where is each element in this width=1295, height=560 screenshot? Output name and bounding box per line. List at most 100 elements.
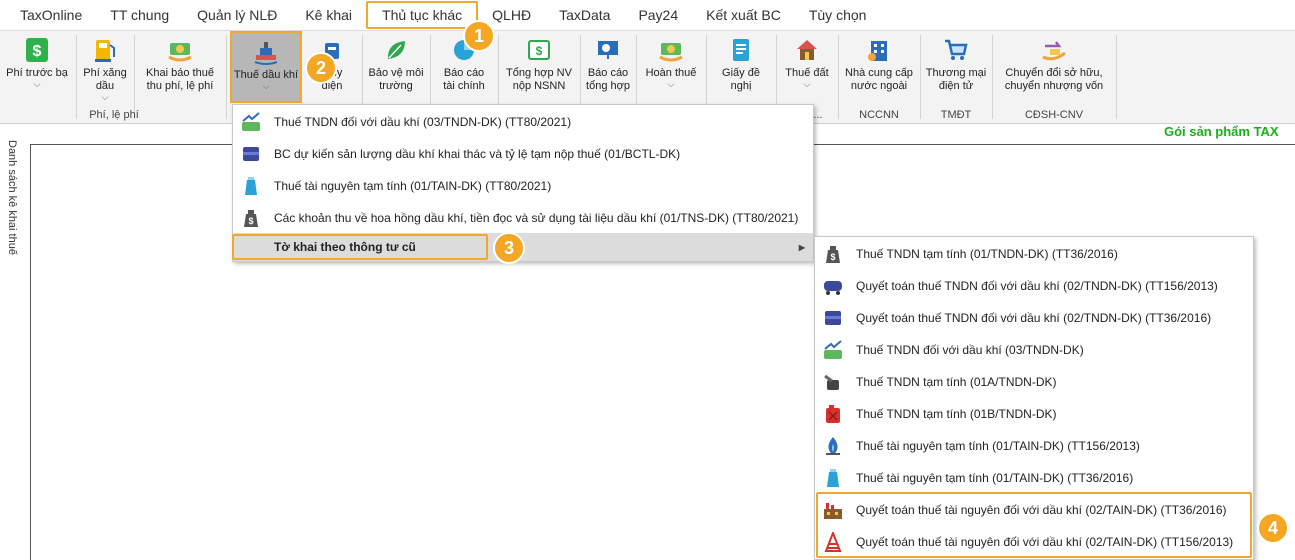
menu-item-03-tndn-dk[interactable]: Thuế TNDN đối với dầu khí (03/TNDN-DK) (… — [233, 106, 813, 138]
phi-xang-dau-label-2: dầu — [95, 80, 115, 92]
submenu-item-02-tndn-dk-tt36[interactable]: Quyết toán thuế TNDN đối với dầu khí (02… — [815, 302, 1253, 334]
highlight-box — [232, 234, 488, 260]
nha-cung-cap-label: Nhà cung cấp — [845, 67, 913, 79]
chevron-down-icon: ⌵ — [262, 81, 270, 91]
svg-text:$: $ — [33, 43, 42, 60]
dollar-icon: $ — [26, 38, 48, 62]
bao-cao-tai-chinh-label-2: tài chính — [443, 80, 485, 92]
house-icon — [797, 40, 817, 60]
menu-taxdata[interactable]: TaxData — [545, 1, 624, 29]
tong-hop-nv-button[interactable]: $ Tổng hợp NV nộp NSNN — [502, 35, 576, 101]
menu-item-01-tns-dk[interactable]: $ Các khoản thu về hoa hồng dầu khí, tiề… — [233, 202, 813, 234]
svg-text:$: $ — [248, 216, 253, 226]
chuyen-doi-label: Chuyển đổi sở hữu, — [1005, 67, 1103, 79]
product-label: Gói sản phẩm TAX — [1164, 124, 1279, 139]
menu-item-01-tain-dk[interactable]: Thuế tài nguyên tạm tính (01/TAIN-DK) (T… — [233, 170, 813, 202]
submenu-item-01-tndn-dk-tt36[interactable]: $ Thuế TNDN tạm tính (01/TNDN-DK) (TT36/… — [815, 238, 1253, 270]
submenu-item-label: Thuế tài nguyên tạm tính (01/TAIN-DK) (T… — [856, 439, 1140, 453]
divider — [838, 35, 839, 119]
submenu-item-03-tndn-dk[interactable]: Thuế TNDN đối với dầu khí (03/TNDN-DK) — [815, 334, 1253, 366]
thuong-mai-label-2: điện tử — [938, 80, 974, 92]
step-badge: 2 — [305, 52, 337, 84]
submenu-item-01-tain-dk-tt36[interactable]: Thuế tài nguyên tạm tính (01/TAIN-DK) (T… — [815, 462, 1253, 494]
money-hand-icon — [168, 43, 192, 62]
menu-bar: TaxOnline TT chung Quản lý NLĐ Kê khai T… — [0, 0, 1295, 30]
phi-xang-dau-label: Phí xăng — [83, 67, 127, 79]
thuong-mai-dien-tu-button[interactable]: Thương mại điện tử — [924, 35, 988, 101]
menu-thu-tuc-khac[interactable]: Thủ tục khác — [366, 1, 479, 29]
submenu-item-01b-tndn-dk[interactable]: Thuế TNDN tạm tính (01B/TNDN-DK) — [815, 398, 1253, 430]
submenu-item-label: Thuế TNDN đối với dầu khí (03/TNDN-DK) — [856, 343, 1084, 357]
group-label-nccnn: NCCNN — [859, 109, 899, 121]
menu-tuy-chon[interactable]: Tùy chọn — [795, 1, 881, 29]
khai-bao-thue-button[interactable]: Khai báo thuế thu phí, lệ phí — [138, 35, 222, 101]
menu-pay24[interactable]: Pay24 — [624, 1, 692, 29]
submenu-item-label: Quyết toán thuế TNDN đối với dầu khí (02… — [856, 311, 1212, 325]
submenu-item-01a-tndn-dk[interactable]: Thuế TNDN tạm tính (01A/TNDN-DK) — [815, 366, 1253, 398]
submenu-item-label: Thuế TNDN tạm tính (01A/TNDN-DK) — [856, 375, 1057, 389]
menu-item-label: Thuế tài nguyên tạm tính (01/TAIN-DK) (T… — [274, 179, 552, 193]
giay-de-nghi-label-2: nghị — [730, 80, 752, 92]
submenu-item-01-tain-dk-tt156[interactable]: Thuế tài nguyên tạm tính (01/TAIN-DK) (T… — [815, 430, 1253, 462]
menu-item-label: Các khoản thu về hoa hồng dầu khí, tiền … — [274, 211, 799, 225]
bao-cao-tong-hop-button[interactable]: Báo cáo tổng hợp — [584, 35, 632, 101]
group-label-tmdt: TMĐT — [940, 109, 972, 121]
factory-icon — [827, 469, 839, 487]
gas-flame-icon — [826, 437, 840, 455]
menu-item-label: BC dự kiến sản lượng dầu khí khai thác v… — [274, 147, 681, 161]
menu-item-01-bctl-dk[interactable]: BC dự kiến sản lượng dầu khí khai thác v… — [233, 138, 813, 170]
highlight-box — [816, 492, 1252, 558]
presentation-chart-icon — [598, 41, 618, 59]
menu-tt-chung[interactable]: TT chung — [96, 1, 183, 29]
chevron-down-icon: ⌵ — [33, 79, 41, 89]
khai-bao-thue-label-2: thu phí, lệ phí — [146, 80, 214, 92]
svg-text:$: $ — [536, 44, 543, 58]
money-return-icon — [659, 43, 683, 62]
chevron-down-icon: ⌵ — [101, 92, 109, 102]
chevron-down-icon: ⌵ — [803, 79, 811, 89]
ledger-icon: $ — [528, 40, 550, 60]
thue-dat-label: Thuế đất — [785, 67, 829, 79]
gas-pump-icon — [95, 40, 115, 62]
thue-dau-khi-button[interactable]: Thuế dầu khí ⌵ — [230, 31, 302, 103]
money-bag-icon: $ — [244, 210, 258, 227]
chuyen-doi-so-huu-button[interactable]: Chuyển đổi sở hữu, chuyển nhượng vốn — [996, 35, 1112, 101]
shopping-cart-icon — [945, 39, 968, 60]
phi-truoc-ba-button[interactable]: $ Phí trước bạ ⌵ — [4, 35, 70, 101]
submenu-item-02-tndn-dk-tt156[interactable]: Quyết toán thuế TNDN đối với dầu khí (02… — [815, 270, 1253, 302]
step-badge: 1 — [463, 20, 495, 52]
menu-quan-ly-nld[interactable]: Quản lý NLĐ — [183, 1, 291, 29]
step-badge: 4 — [1257, 512, 1289, 544]
bao-cao-tai-chinh-label: Báo cáo — [443, 67, 485, 79]
sidebar-label[interactable]: Danh sách kê khai thuế — [6, 140, 18, 255]
bao-ve-moi-truong-button[interactable]: Bảo vệ môi trường — [366, 35, 426, 101]
divider — [76, 35, 77, 119]
tong-hop-nv-label: Tổng hợp NV — [506, 67, 572, 79]
bao-ve-moi-truong-label-2: trường — [379, 80, 413, 92]
menu-ket-xuat-bc[interactable]: Kết xuất BC — [692, 1, 795, 29]
menu-ke-khai[interactable]: Kê khai — [291, 1, 366, 29]
khai-bao-thue-label: Khai báo thuế — [146, 67, 214, 79]
hoan-thue-label: Hoàn thuế — [645, 67, 697, 79]
nha-cung-cap-button[interactable]: Nhà cung cấp nước ngoài — [842, 35, 916, 101]
phi-truoc-ba-label: Phí trước bạ — [6, 67, 68, 79]
submenu-arrow-icon: ▶ — [798, 243, 805, 252]
bao-ve-moi-truong-label: Bảo vệ môi — [368, 67, 424, 79]
giay-de-nghi-button[interactable]: Giấy đề nghị — [710, 35, 772, 101]
svg-text:$: $ — [830, 252, 835, 262]
tong-hop-nv-label-2: nộp NSNN — [512, 80, 566, 92]
divider — [134, 35, 135, 119]
group-label-phi: Phí, lệ phí — [89, 109, 139, 121]
chevron-down-icon: ⌵ — [667, 79, 675, 89]
thue-dat-button[interactable]: Thuế đất ⌵ — [780, 35, 834, 101]
menu-taxonline[interactable]: TaxOnline — [6, 1, 96, 29]
chart-up-icon — [242, 112, 260, 131]
building-icon — [868, 41, 887, 61]
oil-truck-icon — [824, 281, 842, 295]
chart-up-icon — [824, 340, 842, 359]
hoan-thue-button[interactable]: Hoàn thuế ⌵ — [640, 35, 702, 101]
phi-xang-dau-button[interactable]: Phí xăng dầu ⌵ — [80, 35, 130, 102]
submenu-item-label: Thuế tài nguyên tạm tính (01/TAIN-DK) (T… — [856, 471, 1134, 485]
group-label-cdsh: CĐSH-CNV — [1024, 109, 1084, 121]
submenu-item-label: Thuế TNDN tạm tính (01B/TNDN-DK) — [856, 407, 1057, 421]
